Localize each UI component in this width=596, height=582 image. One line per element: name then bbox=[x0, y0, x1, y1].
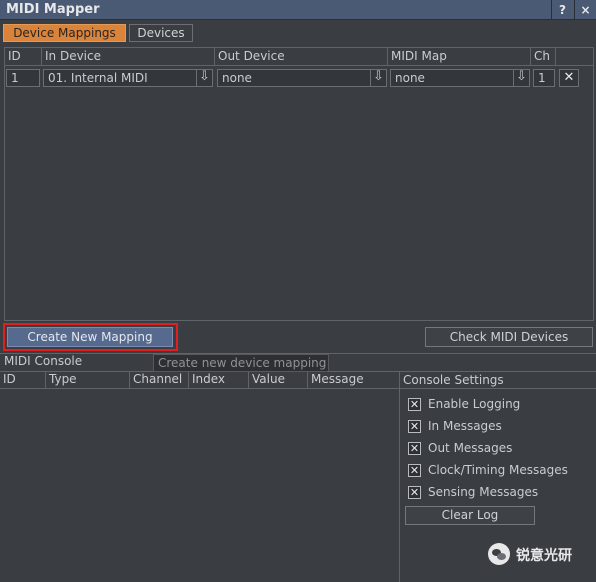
out-device-select[interactable]: none bbox=[217, 69, 387, 87]
tab-devices[interactable]: Devices bbox=[129, 24, 193, 42]
out-device-dropdown-icon[interactable]: ⇩ bbox=[370, 69, 386, 87]
in-device-dropdown-icon[interactable]: ⇩ bbox=[196, 69, 212, 87]
midi-map-select[interactable]: none bbox=[390, 69, 530, 87]
clock-timing-messages-label: Clock/Timing Messages bbox=[428, 463, 568, 477]
clear-log-button[interactable]: Clear Log bbox=[405, 506, 535, 525]
in-device-select[interactable]: 01. Internal MIDI bbox=[43, 69, 213, 87]
tab-device-mappings[interactable]: Device Mappings bbox=[3, 24, 126, 42]
midi-map-value: none bbox=[395, 71, 425, 85]
help-button[interactable]: ? bbox=[551, 0, 573, 20]
header-out-device: Out Device bbox=[215, 48, 388, 66]
wechat-icon bbox=[488, 543, 510, 565]
console-header-type: Type bbox=[46, 371, 130, 389]
header-id: ID bbox=[5, 48, 42, 66]
create-new-mapping-button[interactable]: Create New Mapping bbox=[7, 327, 173, 347]
console-log-panel bbox=[0, 371, 400, 582]
midi-console-title: MIDI Console bbox=[4, 354, 83, 368]
enable-logging-checkbox[interactable]: ✕ bbox=[408, 398, 421, 411]
header-midi-map: MIDI Map bbox=[388, 48, 531, 66]
out-messages-checkbox[interactable]: ✕ bbox=[408, 442, 421, 455]
sensing-messages-label: Sensing Messages bbox=[428, 485, 539, 499]
in-device-value: 01. Internal MIDI bbox=[48, 71, 148, 85]
sensing-messages-checkbox[interactable]: ✕ bbox=[408, 486, 421, 499]
console-header-message: Message bbox=[311, 372, 364, 386]
in-messages-label: In Messages bbox=[428, 419, 502, 433]
watermark-text: 锐意光研 bbox=[516, 548, 572, 564]
out-messages-label: Out Messages bbox=[428, 441, 513, 455]
console-header-id: ID bbox=[0, 371, 46, 389]
mappings-table bbox=[4, 47, 594, 321]
window-title: MIDI Mapper bbox=[6, 2, 100, 17]
row-id-cell: 1 bbox=[6, 69, 40, 87]
check-midi-devices-button[interactable]: Check MIDI Devices bbox=[425, 327, 593, 347]
console-header-channel: Channel bbox=[130, 371, 189, 389]
console-header-value: Value bbox=[249, 371, 308, 389]
midi-map-dropdown-icon[interactable]: ⇩ bbox=[513, 69, 529, 87]
console-settings-title: Console Settings bbox=[403, 373, 504, 387]
delete-mapping-icon[interactable]: ✕ bbox=[559, 69, 579, 87]
out-device-value: none bbox=[222, 71, 252, 85]
enable-logging-label: Enable Logging bbox=[428, 397, 521, 411]
in-messages-checkbox[interactable]: ✕ bbox=[408, 420, 421, 433]
clock-timing-messages-checkbox[interactable]: ✕ bbox=[408, 464, 421, 477]
tooltip: Create new device mapping bbox=[153, 354, 329, 372]
header-ch: Ch bbox=[531, 48, 556, 66]
close-button[interactable]: × bbox=[574, 0, 596, 20]
console-header-index: Index bbox=[189, 371, 249, 389]
channel-field[interactable]: 1 bbox=[533, 69, 555, 87]
header-in-device: In Device bbox=[42, 48, 215, 66]
